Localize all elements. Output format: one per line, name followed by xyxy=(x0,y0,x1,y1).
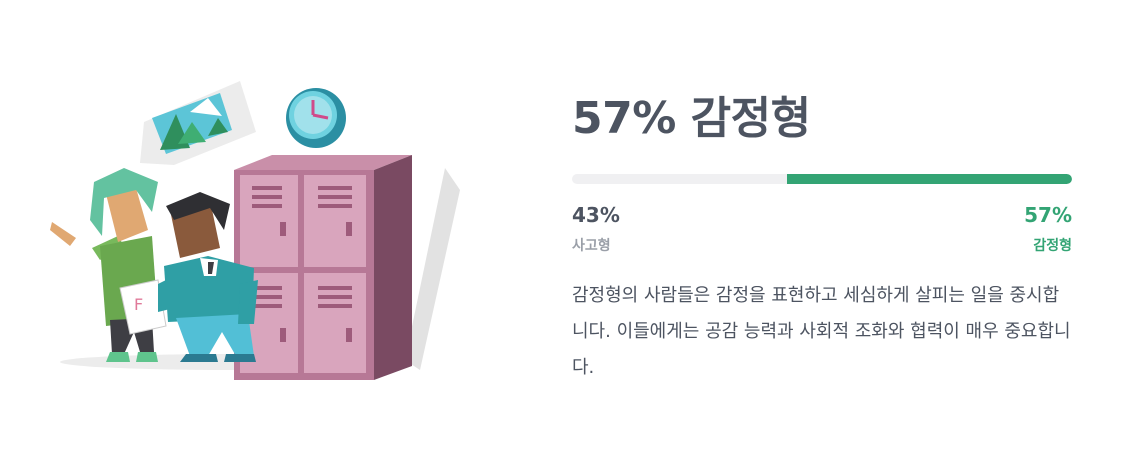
trait-progress-bar xyxy=(572,174,1072,184)
svg-text:F: F xyxy=(134,295,143,314)
lockers-icon xyxy=(234,155,460,380)
feeling-percent: 57% xyxy=(1024,203,1072,227)
thinking-label: 사고형 xyxy=(572,238,611,254)
feeling-side: 57% 감정형 xyxy=(1024,202,1072,256)
trait-description: 감정형의 사람들은 감정을 표현하고 세심하게 살피는 일을 중시합니다. 이들… xyxy=(572,285,1071,378)
student-green-icon: F xyxy=(50,168,167,362)
trait-illustration: F xyxy=(40,70,480,390)
feeling-label: 감정형 xyxy=(1033,238,1072,254)
wall-clock-icon xyxy=(286,88,346,148)
thinking-side: 43% 사고형 xyxy=(572,202,620,256)
feeling-progress-fill xyxy=(787,174,1072,184)
thinking-percent: 43% xyxy=(572,203,620,227)
trait-split: 43% 사고형 57% 감정형 xyxy=(572,202,1072,256)
trait-headline: 57% 감정형 xyxy=(572,93,811,144)
lockers-scene-graphic: F xyxy=(50,81,460,380)
thought-bubble-icon xyxy=(140,81,256,165)
trait-result-panel: 57% 감정형 43% 사고형 57% 감정형 감정형의 사람들은 감정을 표현… xyxy=(572,88,1072,386)
